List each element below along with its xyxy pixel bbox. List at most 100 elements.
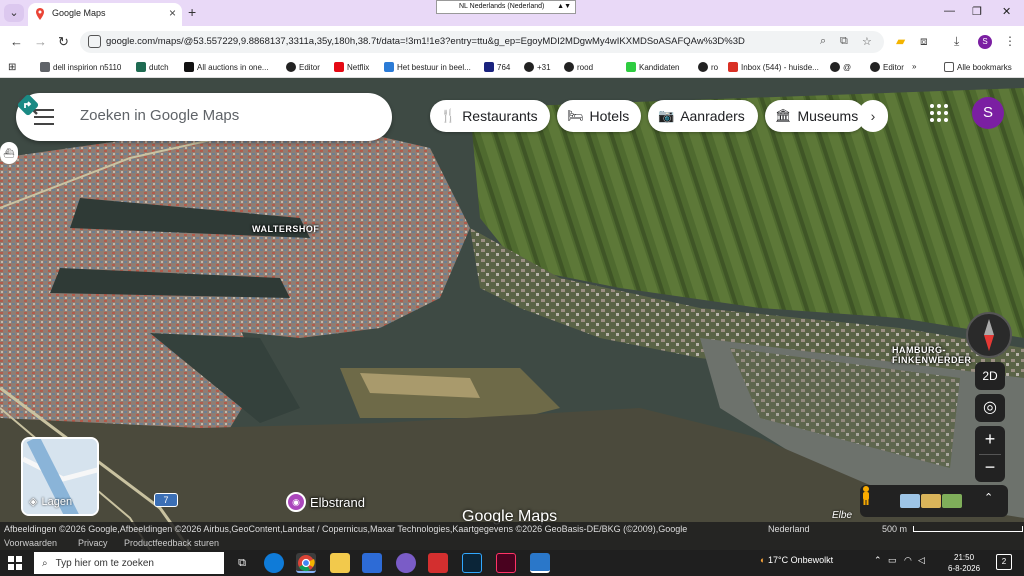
bookmark-item[interactable]: Het bestuur in beel... [384, 62, 471, 72]
zoom-out-button[interactable]: − [975, 454, 1005, 482]
file-explorer-icon[interactable] [330, 553, 350, 573]
camera-pin-icon: ◉ [286, 492, 306, 512]
store-icon[interactable] [362, 553, 382, 573]
privacy-link[interactable]: Privacy [78, 538, 108, 548]
bookmark-item[interactable]: All auctions in one... [184, 62, 269, 72]
tab-search-button[interactable]: ⌄ [4, 4, 24, 22]
profile-avatar[interactable]: S [978, 35, 992, 49]
search-input[interactable]: Zoeken in Google Maps [80, 107, 239, 124]
tab-google-maps[interactable]: Google Maps × [28, 3, 182, 26]
imagery-thumb-3[interactable] [942, 494, 962, 508]
minimize-icon[interactable]: — [944, 5, 955, 17]
imagery-thumb-2[interactable] [921, 494, 941, 508]
bookmark-item[interactable]: Editor [286, 62, 320, 72]
new-tab-button[interactable]: + [188, 4, 196, 20]
bookmark-item[interactable]: rood [564, 62, 593, 72]
bookmark-item[interactable]: 764 [484, 62, 510, 72]
zoom-lens-icon[interactable]: ⌕ [820, 35, 826, 48]
terms-link[interactable]: Voorwaarden [4, 538, 57, 548]
chips-next-icon[interactable]: › [858, 100, 888, 132]
map-canvas[interactable]: Zoeken in Google Maps 🍴 Restaurants 🛏 Hotel… [0, 78, 1024, 550]
windows-start-icon[interactable] [8, 556, 22, 570]
feedback-link[interactable]: Productfeedback sturen [124, 538, 219, 548]
directions-icon[interactable] [16, 93, 40, 117]
taskbar-search[interactable]: ⌕ Typ hier om te zoeken [34, 552, 224, 574]
weather-widget[interactable]: ◐ 17°C Onbewolkt [760, 555, 833, 565]
search-icon: ⌕ [42, 557, 48, 569]
clock[interactable]: 21:50 6-8-2026 [948, 552, 980, 574]
notification-app-icon[interactable] [530, 553, 550, 573]
bookmark-item[interactable]: Kandidaten [626, 62, 679, 72]
notifications-icon[interactable]: 2 [996, 554, 1012, 570]
locale-select[interactable]: NL Nederlands (Nederland) ▲▼ [436, 0, 576, 14]
url-text[interactable]: google.com/maps/@53.557229,9.8868137,331… [106, 36, 745, 47]
my-location-icon[interactable]: ◎ [975, 394, 1005, 422]
bookmark-star-icon[interactable]: ☆ [862, 35, 872, 48]
transit-pin-icon[interactable]: ⛴ [0, 142, 18, 164]
globe-icon [564, 62, 574, 72]
scale-line [913, 526, 1024, 532]
bookmark-item[interactable]: dell inspirion n5110 [40, 62, 121, 72]
zoom-in-button[interactable]: + [975, 426, 1005, 454]
globe-icon [830, 62, 840, 72]
network-icon[interactable]: ▭ [888, 555, 897, 566]
taskbar-search-input[interactable]: Typ hier om te zoeken [56, 558, 154, 569]
edge-icon[interactable] [264, 553, 284, 573]
poi-name: Elbstrand [310, 494, 365, 510]
bookmarks-bar: ⊞ dell inspirion n5110 dutch All auctions … [0, 58, 1024, 78]
install-app-icon[interactable]: ⧉ [840, 35, 848, 48]
bookmark-item[interactable]: Netflix [334, 62, 369, 72]
expand-up-icon[interactable]: ⌃ [984, 491, 993, 504]
bookmark-item[interactable]: ro [698, 62, 718, 72]
globe-icon [698, 62, 708, 72]
layers-button[interactable]: ◈ Lagen [21, 437, 99, 516]
all-bookmarks-folder[interactable]: Alle bookmarks [944, 62, 1012, 72]
task-view-icon[interactable]: ⧉ [232, 553, 252, 573]
chip-label: Museums [797, 108, 859, 124]
compass-icon[interactable] [966, 312, 1012, 358]
extension-icon[interactable]: ▰ [896, 34, 905, 48]
imagery-thumb-1[interactable] [900, 494, 920, 508]
pdf-icon[interactable] [428, 553, 448, 573]
region-label[interactable]: Nederland [768, 524, 810, 534]
maps-search-box[interactable]: Zoeken in Google Maps [16, 93, 392, 141]
chip-restaurants[interactable]: 🍴 Restaurants [430, 100, 550, 132]
chip-aanraders[interactable]: 📷 Aanraders [648, 100, 758, 132]
indesign-icon[interactable] [496, 553, 516, 573]
chip-museums[interactable]: 🏛 Museums [765, 100, 865, 132]
editor-icon [286, 62, 296, 72]
site-info-icon[interactable] [88, 35, 101, 48]
bookmark-item[interactable]: Editor [870, 62, 904, 72]
poi-elbstrand[interactable]: ◉ Elbstrand [286, 492, 365, 512]
museum-icon: 🏛 [775, 108, 792, 123]
bookmark-item[interactable]: +31 [524, 62, 551, 72]
photoshop-icon[interactable] [462, 553, 482, 573]
scale-bar[interactable]: 500 m [882, 524, 1024, 534]
chip-hotels[interactable]: 🛏 Hotels [557, 100, 641, 132]
restore-icon[interactable]: ❐ [972, 5, 982, 18]
address-bar[interactable]: google.com/maps/@53.557229,9.8868137,331… [80, 31, 884, 53]
google-apps-icon[interactable] [930, 104, 948, 122]
tray-chevron-icon[interactable]: ⌃ [874, 555, 882, 566]
close-window-icon[interactable]: ✕ [1002, 5, 1011, 18]
pegman-icon[interactable] [860, 485, 872, 505]
back-icon[interactable]: ← [10, 34, 23, 49]
bookmark-item[interactable]: Inbox (544) - huisde... [728, 62, 819, 72]
close-tab-icon[interactable]: × [169, 6, 176, 20]
download-icon[interactable]: ⤓ [954, 34, 959, 49]
bookmark-label: @ [843, 62, 852, 72]
forward-icon[interactable]: → [34, 34, 47, 49]
bookmark-item[interactable]: @ [830, 62, 851, 72]
chrome-menu-icon[interactable]: ⋮ [1004, 34, 1016, 48]
extensions-puzzle-icon[interactable]: ⧈ [920, 34, 928, 49]
bookmark-item[interactable]: dutch [136, 62, 169, 72]
wifi-icon[interactable]: ◠ [904, 555, 912, 566]
view-2d-toggle[interactable]: 2D [975, 362, 1005, 390]
bookmarks-overflow-icon[interactable]: » [912, 62, 916, 71]
chrome-icon[interactable] [296, 553, 316, 573]
account-avatar[interactable]: S [972, 97, 1004, 129]
reload-icon[interactable]: ↻ [58, 34, 69, 50]
app-icon[interactable] [396, 553, 416, 573]
apps-grid-icon[interactable]: ⊞ [8, 62, 16, 73]
volume-icon[interactable]: ◁ [918, 555, 925, 566]
